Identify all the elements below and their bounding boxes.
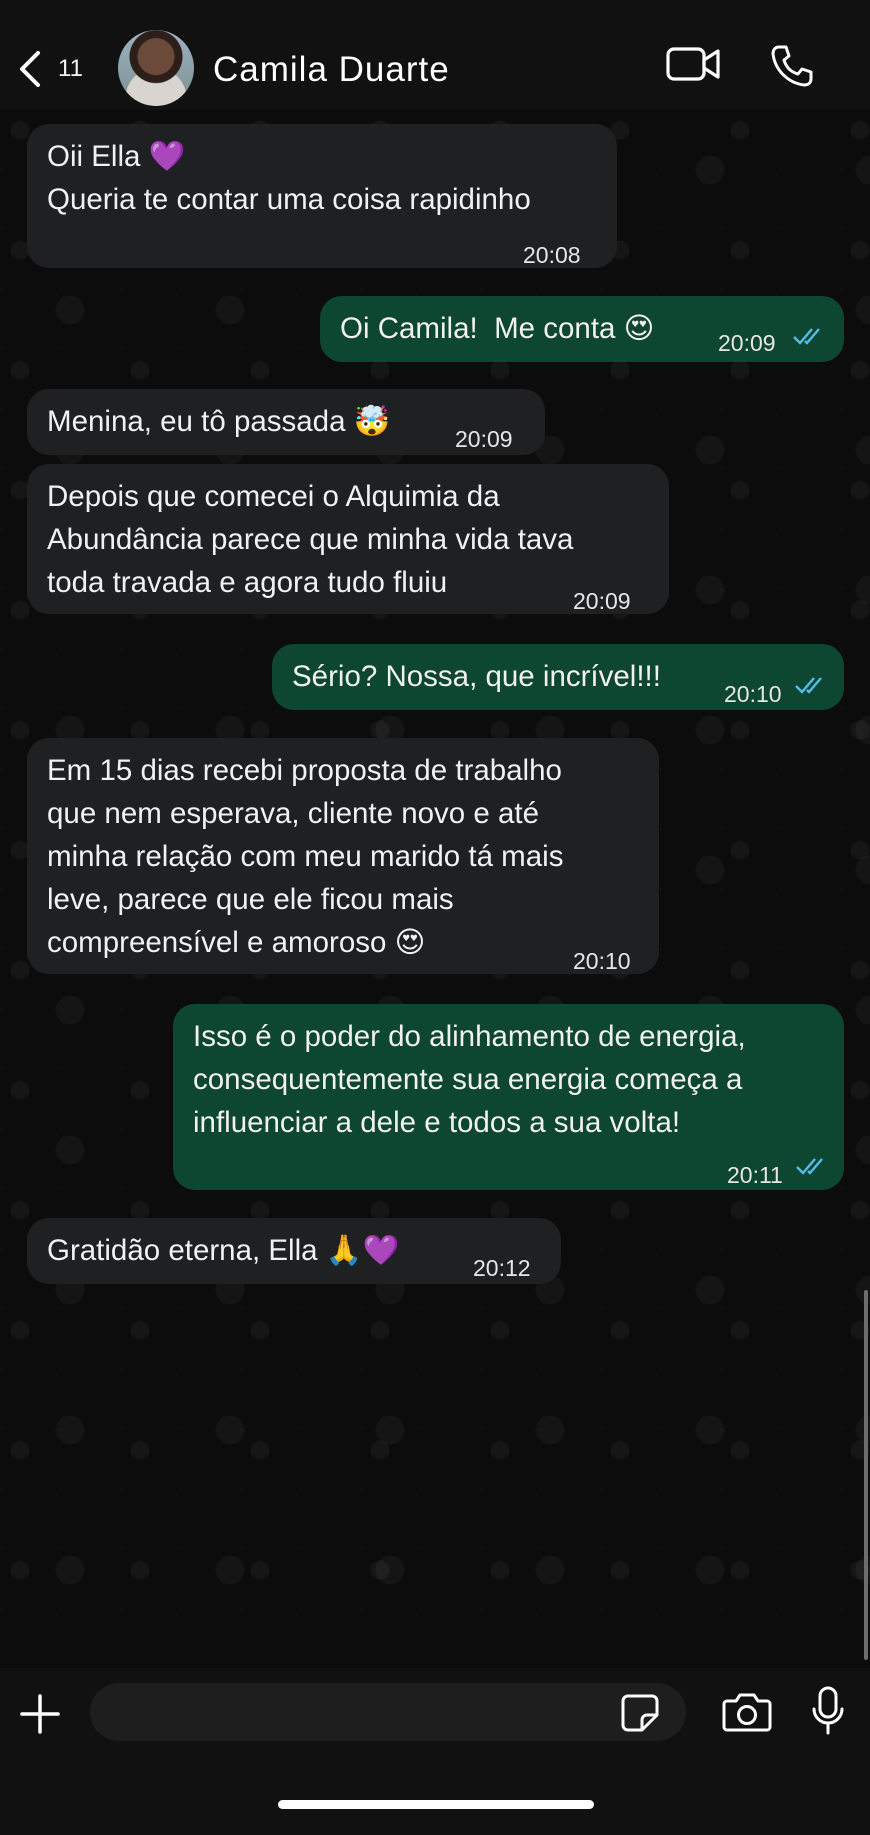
video-call-button[interactable] bbox=[666, 44, 722, 84]
microphone-icon bbox=[812, 1686, 844, 1735]
message-outgoing[interactable]: Oi Camila! Me conta 😍 20:09 bbox=[320, 296, 844, 362]
message-time: 20:11 bbox=[727, 1162, 783, 1188]
message-text: Em 15 dias recebi proposta de trabalho q… bbox=[47, 754, 564, 959]
message-time: 20:10 bbox=[724, 681, 782, 707]
double-check-icon bbox=[795, 677, 822, 694]
message-time: 20:12 bbox=[473, 1255, 531, 1281]
avatar[interactable] bbox=[118, 30, 194, 106]
message-text: Isso é o poder do alinhamento de energia… bbox=[193, 1020, 746, 1139]
voice-call-button[interactable] bbox=[770, 44, 814, 88]
message-text: Menina, eu tô passada 🤯 bbox=[47, 405, 391, 438]
plus-icon bbox=[20, 1694, 60, 1734]
message-text: Oi Camila! Me conta 😍 bbox=[340, 312, 655, 345]
camera-icon bbox=[722, 1693, 772, 1732]
attach-button[interactable] bbox=[16, 1690, 64, 1743]
chevron-left-icon bbox=[20, 51, 40, 87]
message-incoming[interactable]: Depois que comecei o Alquimia da Abundân… bbox=[27, 464, 669, 614]
home-indicator[interactable] bbox=[278, 1800, 594, 1809]
microphone-button[interactable] bbox=[810, 1685, 846, 1742]
contact-name[interactable]: Camila Duarte bbox=[213, 50, 450, 90]
camera-button[interactable] bbox=[722, 1691, 772, 1738]
video-call-icon bbox=[666, 47, 720, 81]
message-input[interactable] bbox=[90, 1683, 686, 1741]
message-incoming[interactable]: Menina, eu tô passada 🤯 20:09 bbox=[27, 389, 545, 455]
message-incoming[interactable]: Gratidão eterna, Ella 🙏💜 20:12 bbox=[27, 1218, 561, 1284]
scrollbar[interactable] bbox=[864, 1290, 868, 1660]
unread-count: 11 bbox=[58, 55, 83, 82]
sticker-button[interactable] bbox=[620, 1693, 660, 1738]
phone-icon bbox=[771, 45, 813, 87]
message-time: 20:08 bbox=[523, 242, 581, 268]
message-text: Gratidão eterna, Ella 🙏💜 bbox=[47, 1234, 400, 1267]
message-text: Sério? Nossa, que incrível!!! bbox=[292, 660, 661, 693]
double-check-icon bbox=[793, 328, 820, 345]
message-time: 20:09 bbox=[718, 330, 776, 356]
double-check-icon bbox=[796, 1158, 823, 1175]
message-incoming[interactable]: Em 15 dias recebi proposta de trabalho q… bbox=[27, 738, 659, 974]
chat-header: 11 Camila Duarte bbox=[0, 0, 870, 110]
message-incoming[interactable]: Oii Ella 💜 Queria te contar uma coisa ra… bbox=[27, 124, 617, 268]
sticker-icon bbox=[621, 1694, 659, 1732]
message-text: Oii Ella 💜 Queria te contar uma coisa ra… bbox=[47, 140, 531, 216]
message-time: 20:09 bbox=[573, 588, 631, 614]
message-time: 20:10 bbox=[573, 948, 631, 974]
back-button[interactable]: 11 bbox=[16, 44, 96, 94]
message-time: 20:09 bbox=[455, 426, 513, 452]
message-text: Depois que comecei o Alquimia da Abundân… bbox=[47, 480, 574, 599]
message-outgoing[interactable]: Sério? Nossa, que incrível!!! 20:10 bbox=[272, 644, 844, 710]
message-outgoing[interactable]: Isso é o poder do alinhamento de energia… bbox=[173, 1004, 844, 1190]
